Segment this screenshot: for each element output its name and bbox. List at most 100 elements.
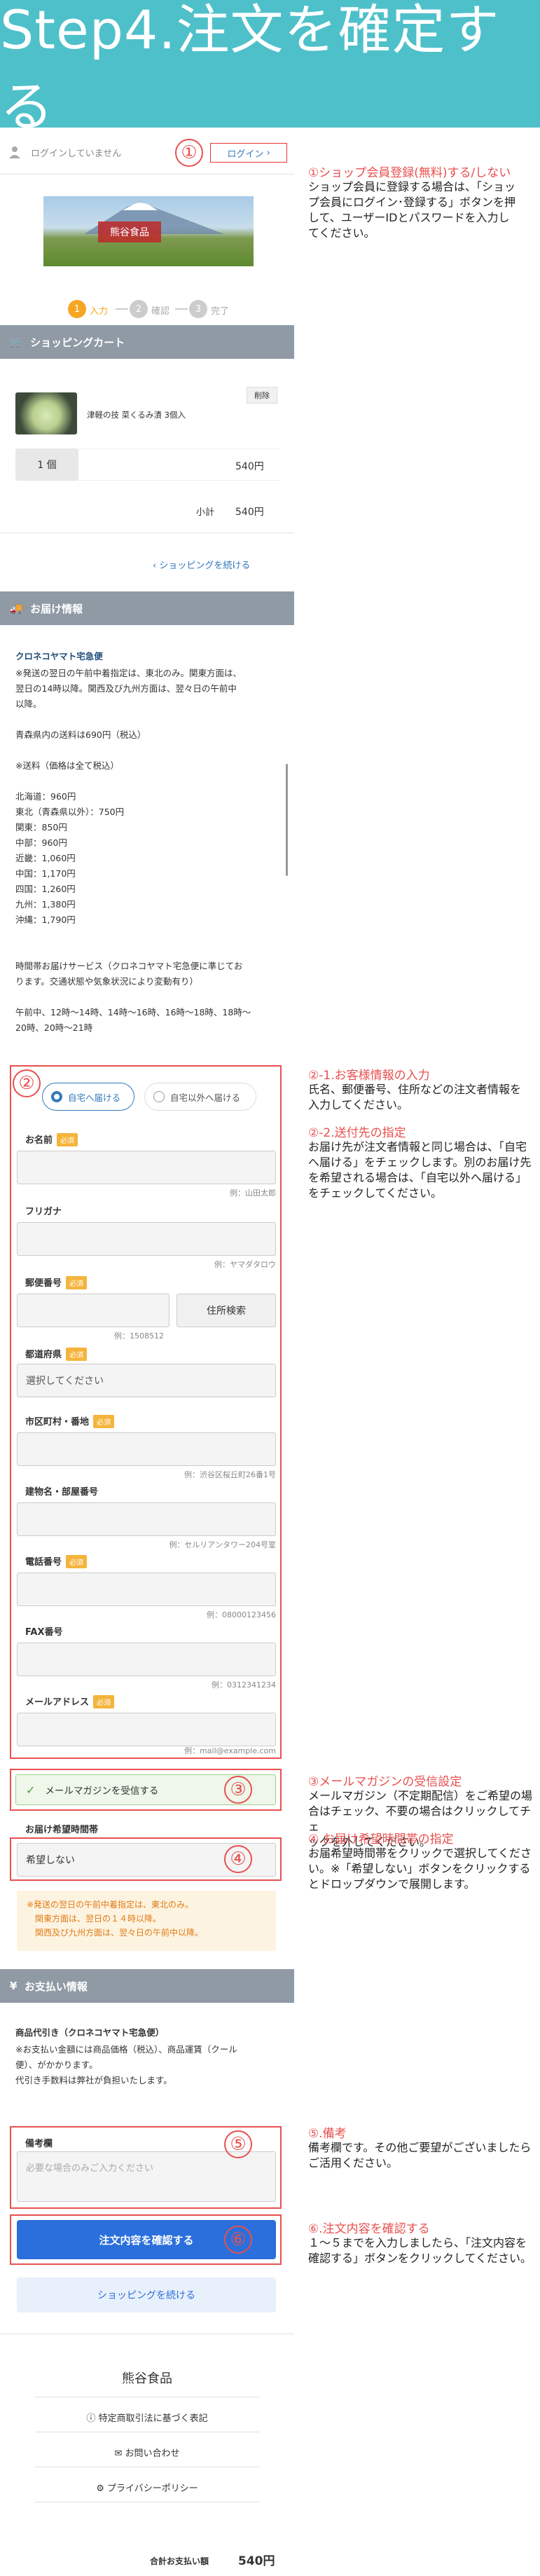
annotation-5-body: 備考欄です。その他ご要望がございましたら ご活用ください。 <box>308 2140 531 2171</box>
delivery-line: ります。交通状態や気象状況により変動有り） <box>15 976 199 987</box>
delivery-line: 20時、20時〜21時 <box>15 1022 93 1033</box>
radio-checked-icon <box>51 1091 62 1102</box>
prefecture-select[interactable]: 選択してください <box>17 1364 276 1397</box>
radio-home-label: 自宅へ届ける <box>68 1092 121 1103</box>
login-button-label: ログイン <box>227 149 264 160</box>
footer-link-contact[interactable]: ✉ お問い合わせ <box>42 2446 252 2459</box>
delivery-line <box>15 712 282 727</box>
delivery-line: ※送料（価格は全て税込） <box>15 760 119 771</box>
continue-shopping-link[interactable]: ‹ ショッピングを続ける <box>153 558 250 571</box>
subtotal-value: 540円 <box>235 507 264 518</box>
annotation-line: 確認する」ボタンをクリックしてください。 <box>308 2252 532 2265</box>
required-badge: 必須 <box>66 1348 88 1361</box>
city-input[interactable] <box>17 1432 276 1466</box>
city-label-text: 市区町村・番地 <box>25 1417 90 1427</box>
footer-brand[interactable]: 熊谷食品 <box>0 2369 294 2387</box>
radio-other-label: 自宅以外へ届ける <box>170 1092 241 1103</box>
notice-line: 関東方面は、翌日の１４時以降。 <box>35 1914 162 1924</box>
payment-section-header: ¥ お支払い情報 <box>0 1969 294 2003</box>
logo-text: 熊谷食品 <box>110 227 149 238</box>
payment-method: 商品代引き（クロネコヤマト宅急便） <box>15 2027 165 2038</box>
required-badge: 必須 <box>93 1415 115 1428</box>
delivery-line: ※発送の翌日の午前中着指定は、東北のみ。関東方面は、 <box>15 668 242 678</box>
delivery-line <box>15 928 282 943</box>
delivery-line: 中国：1,170円 <box>15 868 76 879</box>
subtotal-label: 小計 <box>196 507 215 518</box>
tel-input[interactable] <box>17 1573 276 1606</box>
delivery-line: 近畿：1,060円 <box>15 853 76 863</box>
annotation-2b-title: ②-2.送付先の指定 <box>308 1126 406 1140</box>
annotation-line: とドロップダウンで展開します。 <box>308 1877 476 1891</box>
product-image[interactable] <box>15 392 77 434</box>
footer-link-legal[interactable]: ⓘ 特定商取引法に基づく表記 <box>42 2411 252 2424</box>
building-input[interactable] <box>17 1502 276 1536</box>
quantity-field[interactable]: 1 個 <box>15 448 78 481</box>
product-name[interactable]: 津軽の技 菜くるみ漬 3個入 <box>87 409 186 420</box>
annotation-line: ショップ会員に登録する場合は、「ショッ <box>308 180 516 193</box>
radio-home-delivery[interactable]: 自宅へ届ける <box>42 1083 134 1111</box>
continue-label: ショッピングを続ける <box>159 561 251 571</box>
footer-link-privacy[interactable]: ⚙ プライバシーポリシー <box>42 2481 252 2494</box>
step-connector <box>116 308 128 310</box>
delivery-notice: ※発送の翌日の午前中着指定は、東北のみ。 関東方面は、翌日の１４時以降。 関西及… <box>17 1891 276 1951</box>
mail-magazine-label: メールマガジンを受信する <box>45 1786 159 1797</box>
item-price: 540円 <box>235 461 264 472</box>
address-search-button[interactable]: 住所検索 <box>176 1294 276 1327</box>
scrollbar[interactable] <box>286 764 288 876</box>
delivery-line: 時間帯お届けサービス（クロネコヤマト宅急便に準じてお <box>15 961 243 971</box>
building-example: 例：セルリアンタワー204号室 <box>169 1540 276 1549</box>
annotation-6-body: １〜５までを入力しましたら、「注文内容を 確認する」ボタンをクリックしてください… <box>308 2235 532 2266</box>
delivery-line <box>15 943 282 959</box>
annotation-marker-5: ⑤ <box>224 2130 252 2158</box>
annotation-line: して、ユーザーIDとパスワードを入力し <box>308 211 510 224</box>
annotation-marker-1: ① <box>175 139 203 167</box>
payment-line: 便）、がかかります。 <box>15 2060 98 2070</box>
annotation-marker-2: ② <box>13 1069 41 1097</box>
annotation-1-title: ①ショップ会員登録(無料)する/しない <box>308 166 511 180</box>
cart-icon: 🛒 <box>10 336 31 348</box>
step-2-dot: 2 <box>130 300 148 318</box>
login-status: ログインしていません <box>31 149 122 159</box>
payment-line: ※お支払い金額には商品価格（税込）、商品運賃（クール <box>15 2044 237 2055</box>
zip-label: 郵便番号 必須 <box>25 1275 88 1289</box>
total-value: 540円 <box>238 2554 275 2568</box>
annotation-line: を希望される場合は、「自宅以外へ届ける」 <box>308 1171 527 1184</box>
yen-icon: ¥ <box>10 1980 25 1992</box>
radio-other-delivery[interactable]: 自宅以外へ届ける <box>144 1083 256 1111</box>
check-icon: ✓ <box>26 1783 36 1797</box>
annotation-line: お届け先が注文者情報と同じ場合は、「自宅 <box>308 1140 527 1153</box>
delivery-line <box>15 743 282 758</box>
required-badge: 必須 <box>66 1276 88 1289</box>
delete-button[interactable]: 削除 <box>247 387 277 404</box>
annotation-4-title: ④.お届け希望時間帯の指定 <box>308 1832 454 1847</box>
remarks-textarea[interactable]: 必要な場合のみご入力ください <box>17 2151 276 2202</box>
mail-label-text: メールアドレス <box>25 1697 90 1708</box>
name-label-text: お名前 <box>25 1135 53 1146</box>
chevron-left-icon: ‹ <box>153 561 160 571</box>
zip-input[interactable] <box>17 1294 169 1327</box>
annotation-line: １〜５までを入力しましたら、「注文内容を <box>308 2236 527 2249</box>
fax-input[interactable] <box>17 1643 276 1676</box>
footer-link-label: お問い合わせ <box>125 2448 180 2459</box>
mail-icon: ✉ <box>114 2448 125 2459</box>
kana-label: フリガナ <box>25 1207 62 1217</box>
kana-input[interactable] <box>17 1222 276 1256</box>
zip-label-text: 郵便番号 <box>25 1278 62 1289</box>
annotation-4-body: お届希望時間帯をクリックで選択してくださ い。※「希望しない」ボタンをクリックす… <box>308 1846 532 1892</box>
annotation-line: てください。 <box>308 226 375 240</box>
delivery-notes: ※発送の翌日の午前中着指定は、東北のみ。関東方面は、 翌日の14時以降。関西及び… <box>15 666 282 1036</box>
payment-title: お支払い情報 <box>24 1980 88 1993</box>
kana-example: 例：ヤマダタロウ <box>214 1260 276 1269</box>
fax-example: 例：0312341234 <box>212 1680 276 1690</box>
annotation-marker-4: ④ <box>224 1845 252 1873</box>
name-input[interactable] <box>17 1151 276 1184</box>
annotation-line: お届希望時間帯をクリックで選択してくださ <box>308 1847 532 1860</box>
mail-input[interactable] <box>17 1713 276 1746</box>
delivery-line: 九州：1,380円 <box>15 899 76 910</box>
annotation-line: 備考欄です。その他ご要望がございましたら <box>308 2141 532 2154</box>
info-icon: ⓘ <box>86 2413 99 2424</box>
delivery-title: お届け情報 <box>30 602 83 615</box>
continue-shopping-button[interactable]: ショッピングを続ける <box>17 2277 276 2313</box>
login-button[interactable]: ログイン › <box>210 143 287 163</box>
truck-icon: 🚚 <box>10 602 31 615</box>
